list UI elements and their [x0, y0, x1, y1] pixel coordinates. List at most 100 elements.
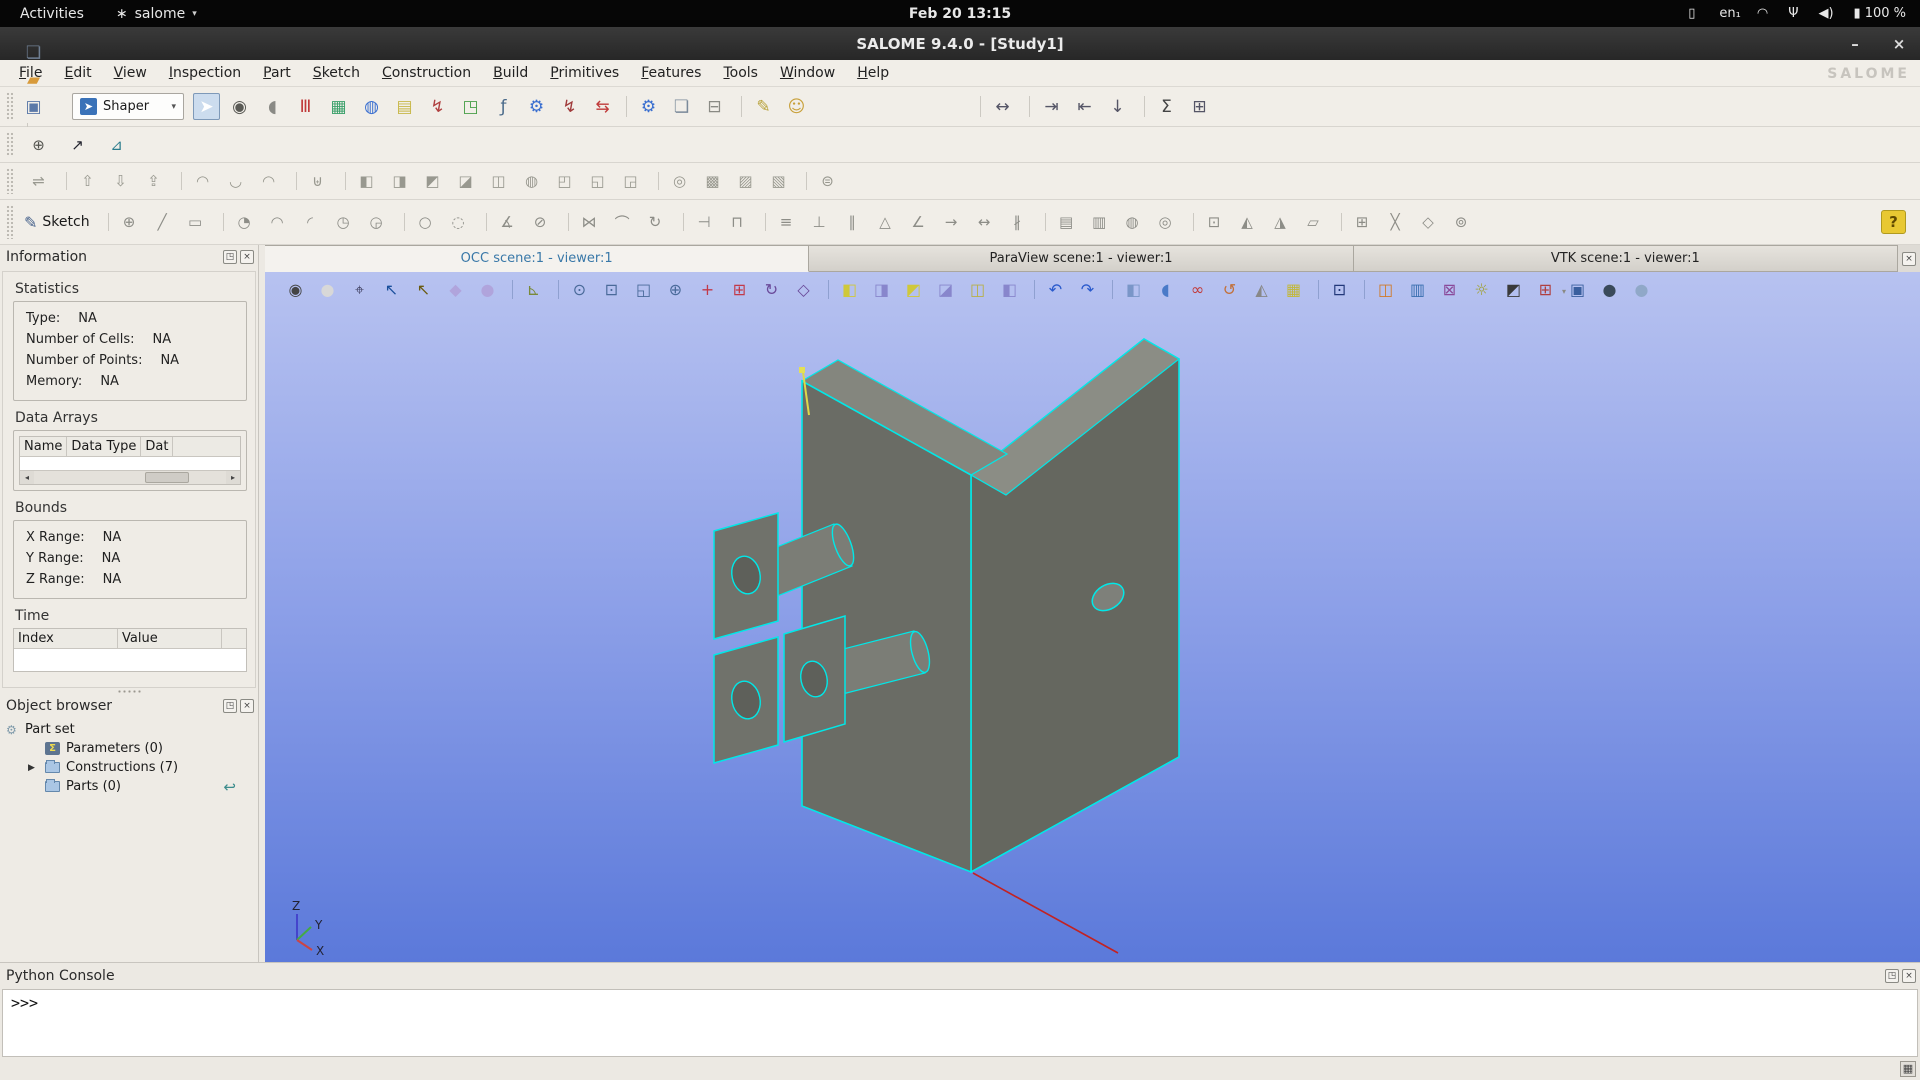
float-panel-icon[interactable]: ◳	[223, 250, 237, 264]
clock[interactable]: Feb 20 13:15	[909, 6, 1011, 22]
sketch-copy-icon[interactable]: ⊡	[1192, 210, 1227, 234]
sketch-circle-arc-icon[interactable]: ◔	[222, 210, 257, 234]
sketch-arc-three-point-icon[interactable]: ◶	[364, 210, 389, 234]
feature-part-icon[interactable]: ⇌	[26, 169, 51, 193]
close-panel-icon[interactable]: ×	[240, 699, 254, 713]
multi-view-icon[interactable]: ⊞	[1533, 277, 1566, 302]
column-header[interactable]: Index	[14, 629, 118, 648]
menu-item[interactable]: Part	[252, 61, 302, 85]
search-module-icon[interactable]: ◉	[226, 93, 253, 120]
background-settings-icon[interactable]: ⊡	[1318, 277, 1352, 302]
redo-view-icon[interactable]: ↷	[1075, 277, 1100, 302]
sketch-arc-icon[interactable]: ◠	[265, 210, 290, 234]
trihedron-icon[interactable]: ⊾	[512, 277, 546, 302]
sketch-split-icon[interactable]: ◍	[1120, 210, 1145, 234]
left-view-icon[interactable]: ◫	[965, 277, 990, 302]
sketch-arc-center-icon[interactable]: ◷	[331, 210, 356, 234]
sketch-trim-icon[interactable]: ⊘	[528, 210, 553, 234]
menu-item[interactable]: View	[103, 61, 158, 85]
sketch-point-icon[interactable]: ⊕	[107, 210, 142, 234]
feature-load-icon[interactable]: ⇪	[141, 169, 166, 193]
feature-revolution-icon[interactable]: ⊎	[296, 169, 330, 193]
ruler-icon[interactable]: ▥	[1405, 277, 1430, 302]
pan-icon[interactable]: +	[695, 277, 720, 302]
sketch-pattern-icon[interactable]: ▱	[1301, 210, 1326, 234]
constraint-distance-icon[interactable]: ⊣	[682, 210, 717, 234]
sketch-cross-icon[interactable]: ╳	[1383, 210, 1408, 234]
gear-module-icon[interactable]: ⚙	[523, 93, 550, 120]
global-pan-icon[interactable]: ⊞	[727, 277, 752, 302]
sketch-rhombus-icon[interactable]: ◇	[1416, 210, 1441, 234]
python-console-input[interactable]: >>>	[2, 989, 1918, 1057]
battery-indicator[interactable]: ▮ 100 %	[1854, 6, 1906, 21]
feature-union-icon[interactable]: ◍	[519, 169, 544, 193]
activities-button[interactable]: Activities	[14, 4, 90, 24]
bottom-view-icon[interactable]: ◪	[933, 277, 958, 302]
constraint-horizontal-icon[interactable]: △	[873, 210, 898, 234]
keyboard-layout-indicator[interactable]: en₁	[1715, 6, 1740, 21]
feature-extrusion-fuse-icon[interactable]: ◠	[256, 169, 281, 193]
sketch-multi-rotate-icon[interactable]: ◭	[1235, 210, 1260, 234]
sketch-offset-icon[interactable]: ⌒	[610, 210, 635, 234]
feature-fillet-icon[interactable]: ◎	[658, 169, 692, 193]
constraint-tangent-icon[interactable]: →	[939, 210, 964, 234]
menu-item[interactable]: Tools	[712, 61, 769, 85]
front-view-icon[interactable]: ◧	[828, 277, 862, 302]
axes-box-icon[interactable]: ⊠	[1437, 277, 1462, 302]
sync-views-icon[interactable]: ◫	[1364, 277, 1398, 302]
constraint-length-icon[interactable]: ⊓	[725, 210, 750, 234]
app-menu-button[interactable]: ∗ salome ▾	[116, 6, 197, 22]
keyboard-status-icon[interactable]: ▦	[1900, 1061, 1916, 1077]
zoom-window-icon[interactable]: ⊡	[599, 277, 624, 302]
float-panel-icon[interactable]: ◳	[223, 699, 237, 713]
scene-graph-icon[interactable]: ▦	[1281, 277, 1306, 302]
ambient-light-icon[interactable]: ☼	[1469, 277, 1494, 302]
sketch-arc-tangent-icon[interactable]: ◜	[298, 210, 323, 234]
zoom-plus-icon[interactable]: ⊕	[663, 277, 688, 302]
datum-axis-icon[interactable]: ↗	[65, 133, 90, 157]
rotation-point-icon[interactable]: ◇	[791, 277, 816, 302]
close-button[interactable]: ×	[1890, 35, 1908, 53]
scrollbar-thumb[interactable]	[145, 472, 190, 483]
notes-module-icon[interactable]: ▤	[391, 93, 418, 120]
fca-module-icon[interactable]: ƒ	[490, 93, 517, 120]
toolbar-grip[interactable]	[6, 92, 13, 121]
constraint-angle-icon[interactable]: ∠	[906, 210, 931, 234]
sketch-mirror-icon[interactable]: ⋈	[567, 210, 602, 234]
sketch-line-icon[interactable]: ╱	[150, 210, 175, 234]
sketch-multi-translate-icon[interactable]: ◮	[1268, 210, 1293, 234]
boolean-fuse-icon[interactable]: ◨	[387, 169, 412, 193]
split-module-icon[interactable]: ⇆	[589, 93, 616, 120]
feature-extrusion-icon[interactable]: ◠	[181, 169, 215, 193]
window-layout-icon[interactable]: ▣	[1565, 277, 1590, 302]
weld-module-icon[interactable]: ↯	[424, 93, 451, 120]
sketch-projection-icon[interactable]: ▤	[1044, 210, 1079, 234]
tool-module-icon[interactable]: ↯	[556, 93, 583, 120]
sketch-button[interactable]: ✎ Sketch	[20, 210, 98, 235]
top-view-icon[interactable]: ◩	[901, 277, 926, 302]
right-view-icon[interactable]: ◧	[997, 277, 1022, 302]
new-document-icon[interactable]: ❏	[20, 39, 47, 66]
zoom-icon[interactable]: ⊙	[558, 277, 592, 302]
datum-point-icon[interactable]: ⊕	[26, 133, 51, 157]
mesh-module-icon[interactable]: ▦	[325, 93, 352, 120]
select-rect-icon[interactable]: ↖	[411, 277, 436, 302]
menu-item[interactable]: Sketch	[302, 61, 371, 85]
boolean-fill-icon[interactable]: ◫	[486, 169, 511, 193]
clipping-icon[interactable]: ◖	[1153, 277, 1178, 302]
shaper-module-button[interactable]: ➤	[193, 93, 220, 120]
column-header[interactable]: Data Type	[67, 437, 142, 456]
constraint-equal-icon[interactable]: ≡	[764, 210, 799, 234]
delete-icon[interactable]: ⊟	[701, 93, 728, 120]
feature-partition-icon[interactable]: ◰	[552, 169, 577, 193]
shape-module-icon[interactable]: ◳	[457, 93, 484, 120]
float-panel-icon[interactable]: ◳	[1885, 968, 1899, 983]
datum-plane-icon[interactable]: ⊿	[104, 133, 129, 157]
back-view-icon[interactable]: ◨	[869, 277, 894, 302]
sketch-fillet-icon[interactable]: ∡	[485, 210, 520, 234]
feature-group-icon[interactable]: ⊜	[806, 169, 840, 193]
tab-vtk-viewer[interactable]: VTK scene:1 - viewer:1	[1353, 245, 1898, 272]
tree-item-part-set[interactable]: ⚙ Part set	[0, 720, 258, 739]
sketch-ellipse-icon[interactable]: ◌	[446, 210, 471, 234]
table-icon[interactable]: ⊞	[1186, 93, 1213, 120]
